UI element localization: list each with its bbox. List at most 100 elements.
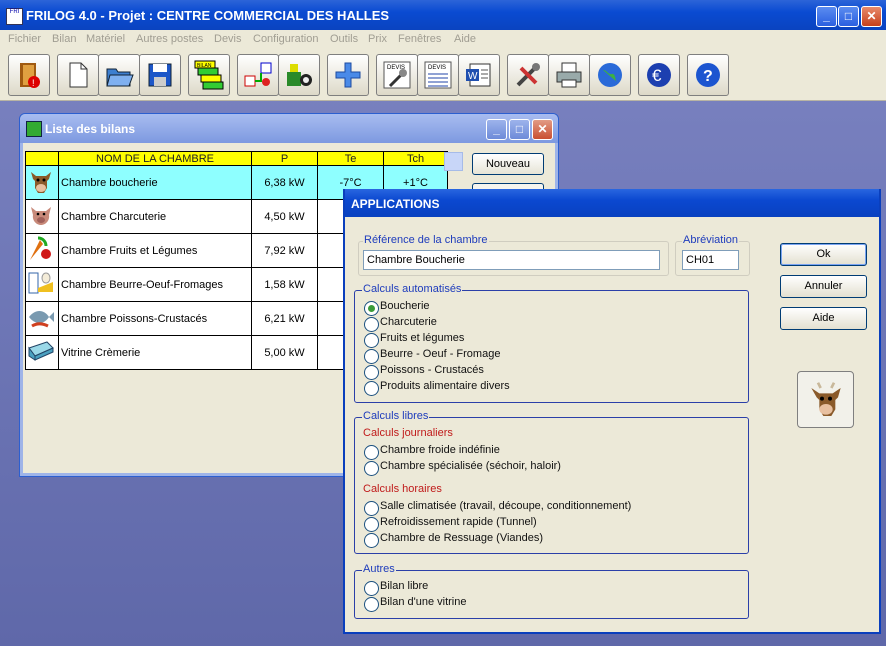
row-name: Chambre boucherie bbox=[58, 165, 252, 200]
menu-prix[interactable]: Prix bbox=[368, 33, 387, 45]
app-icon: FRI bbox=[6, 8, 23, 25]
radio-label: Chambre spécialisée (séchoir, haloir) bbox=[380, 460, 561, 472]
radio-circle[interactable] bbox=[364, 581, 379, 596]
radio-label: Charcuterie bbox=[380, 316, 437, 328]
radio-chambre-specialisee[interactable]: Chambre spécialisée (séchoir, haloir) bbox=[364, 460, 724, 476]
radio-label: Produits alimentaire divers bbox=[380, 380, 510, 392]
radio-boucherie[interactable]: Boucherie bbox=[364, 300, 724, 316]
radio-circle[interactable] bbox=[364, 533, 379, 548]
daily-calc-label: Calculs journaliers bbox=[363, 427, 453, 439]
radio-circle[interactable] bbox=[364, 333, 379, 348]
word-export-icon: W bbox=[466, 63, 491, 87]
exit-icon: ! bbox=[20, 63, 40, 88]
radio-beurre-oeuf-fromage[interactable]: Beurre - Oeuf - Fromage bbox=[364, 348, 724, 364]
cancel-button[interactable]: Annuler bbox=[780, 275, 867, 298]
bilans-list-title-bar[interactable]: Liste des bilans _ □ ✕ bbox=[20, 114, 558, 143]
ok-button[interactable]: Ok bbox=[780, 243, 867, 266]
menu-aide[interactable]: Aide bbox=[454, 33, 476, 45]
print-button[interactable] bbox=[548, 54, 590, 96]
devis-tools-icon: DEVIS bbox=[383, 61, 411, 89]
new-button[interactable] bbox=[57, 54, 99, 96]
new-bilan-button[interactable]: Nouveau bbox=[472, 153, 544, 175]
row-p: 5,00 kW bbox=[251, 335, 318, 370]
vegetables-icon bbox=[25, 233, 59, 268]
bilan-stack-icon: BILAN bbox=[194, 60, 224, 90]
app-title-bar[interactable]: FRI FRILOG 4.0 - Projet : CENTRE COMMERC… bbox=[0, 0, 886, 30]
menu-devis[interactable]: Devis bbox=[214, 33, 242, 45]
radio-circle[interactable] bbox=[364, 349, 379, 364]
radio-circle[interactable] bbox=[364, 381, 379, 396]
menu-autres-postes[interactable]: Autres postes bbox=[136, 33, 203, 45]
menu-outils[interactable]: Outils bbox=[330, 33, 358, 45]
devis-list-icon: DEVIS bbox=[424, 61, 452, 89]
internet-button[interactable] bbox=[589, 54, 631, 96]
list-minimize-button[interactable]: _ bbox=[486, 119, 507, 140]
devis-tools-button[interactable]: DEVIS bbox=[376, 54, 418, 96]
radio-circle[interactable] bbox=[364, 301, 379, 316]
radio-bilan-libre[interactable]: Bilan libre bbox=[364, 580, 724, 596]
equipment-button[interactable] bbox=[278, 54, 320, 96]
radio-refroidissement-rapide[interactable]: Refroidissement rapide (Tunnel) bbox=[364, 516, 724, 532]
radio-fruits-legumes[interactable]: Fruits et légumes bbox=[364, 332, 724, 348]
reference-input[interactable]: Chambre Boucherie bbox=[363, 250, 660, 270]
bilan-button[interactable]: BILAN bbox=[188, 54, 230, 96]
help-dialog-button[interactable]: Aide bbox=[780, 307, 867, 330]
save-button[interactable] bbox=[139, 54, 181, 96]
table-scroll-up[interactable] bbox=[444, 152, 463, 171]
list-close-button[interactable]: ✕ bbox=[532, 119, 553, 140]
exit-button[interactable]: ! bbox=[8, 54, 50, 96]
abbreviation-input[interactable]: CH01 bbox=[682, 250, 739, 270]
help-button[interactable]: ? bbox=[687, 54, 729, 96]
menu-fichier[interactable]: Fichier bbox=[8, 33, 41, 45]
table-header-p[interactable]: P bbox=[251, 151, 318, 166]
radio-label: Bilan d'une vitrine bbox=[380, 596, 467, 608]
devis-list-button[interactable]: DEVIS bbox=[417, 54, 459, 96]
radio-circle[interactable] bbox=[364, 501, 379, 516]
radio-circle[interactable] bbox=[364, 517, 379, 532]
radio-poissons-crustaces[interactable]: Poissons - Crustacés bbox=[364, 364, 724, 380]
application-preview[interactable] bbox=[797, 371, 854, 428]
radio-bilan-vitrine[interactable]: Bilan d'une vitrine bbox=[364, 596, 724, 612]
bilans-list-title: Liste des bilans bbox=[45, 122, 136, 136]
menu-bilan[interactable]: Bilan bbox=[52, 33, 76, 45]
minimize-button[interactable]: _ bbox=[816, 6, 837, 27]
radio-circle[interactable] bbox=[364, 365, 379, 380]
radio-circle[interactable] bbox=[364, 445, 379, 460]
add-button[interactable] bbox=[327, 54, 369, 96]
list-maximize-button[interactable]: □ bbox=[509, 119, 530, 140]
maximize-button[interactable]: □ bbox=[838, 6, 859, 27]
applications-title-bar[interactable]: APPLICATIONS bbox=[345, 189, 879, 217]
table-header-row: NOM DE LA CHAMBRE P Te Tch bbox=[25, 151, 448, 166]
schema-button[interactable] bbox=[237, 54, 279, 96]
row-name: Chambre Beurre-Oeuf-Fromages bbox=[58, 267, 252, 302]
menu-fenetres[interactable]: Fenêtres bbox=[398, 33, 441, 45]
menu-configuration[interactable]: Configuration bbox=[253, 33, 318, 45]
table-header-icon bbox=[25, 151, 59, 166]
row-p: 6,38 kW bbox=[251, 165, 318, 200]
table-header-tch[interactable]: Tch bbox=[383, 151, 448, 166]
radio-circle[interactable] bbox=[364, 597, 379, 612]
radio-circle[interactable] bbox=[364, 461, 379, 476]
radio-salle-climatisee[interactable]: Salle climatisée (travail, découpe, cond… bbox=[364, 500, 734, 516]
menu-materiel[interactable]: Matériel bbox=[86, 33, 125, 45]
tools-button[interactable] bbox=[507, 54, 549, 96]
radio-label: Bilan libre bbox=[380, 580, 429, 592]
radio-label: Refroidissement rapide (Tunnel) bbox=[380, 516, 537, 528]
table-header-te[interactable]: Te bbox=[317, 151, 384, 166]
radio-circle[interactable] bbox=[364, 317, 379, 332]
euro-button[interactable]: € bbox=[638, 54, 680, 96]
word-export-button[interactable]: W bbox=[458, 54, 500, 96]
radio-produits-divers[interactable]: Produits alimentaire divers bbox=[364, 380, 724, 396]
radio-label: Poissons - Crustacés bbox=[380, 364, 484, 376]
close-button[interactable]: ✕ bbox=[861, 6, 882, 27]
open-button[interactable] bbox=[98, 54, 140, 96]
table-header-name[interactable]: NOM DE LA CHAMBRE bbox=[58, 151, 252, 166]
row-name: Chambre Fruits et Légumes bbox=[58, 233, 252, 268]
reference-label: Référence de la chambre bbox=[363, 234, 489, 246]
radio-label: Chambre de Ressuage (Viandes) bbox=[380, 532, 544, 544]
radio-chambre-ressuage[interactable]: Chambre de Ressuage (Viandes) bbox=[364, 532, 724, 548]
radio-charcuterie[interactable]: Charcuterie bbox=[364, 316, 724, 332]
save-icon bbox=[148, 63, 172, 87]
radio-chambre-indefinie[interactable]: Chambre froide indéfinie bbox=[364, 444, 724, 460]
pig-icon bbox=[25, 199, 59, 234]
